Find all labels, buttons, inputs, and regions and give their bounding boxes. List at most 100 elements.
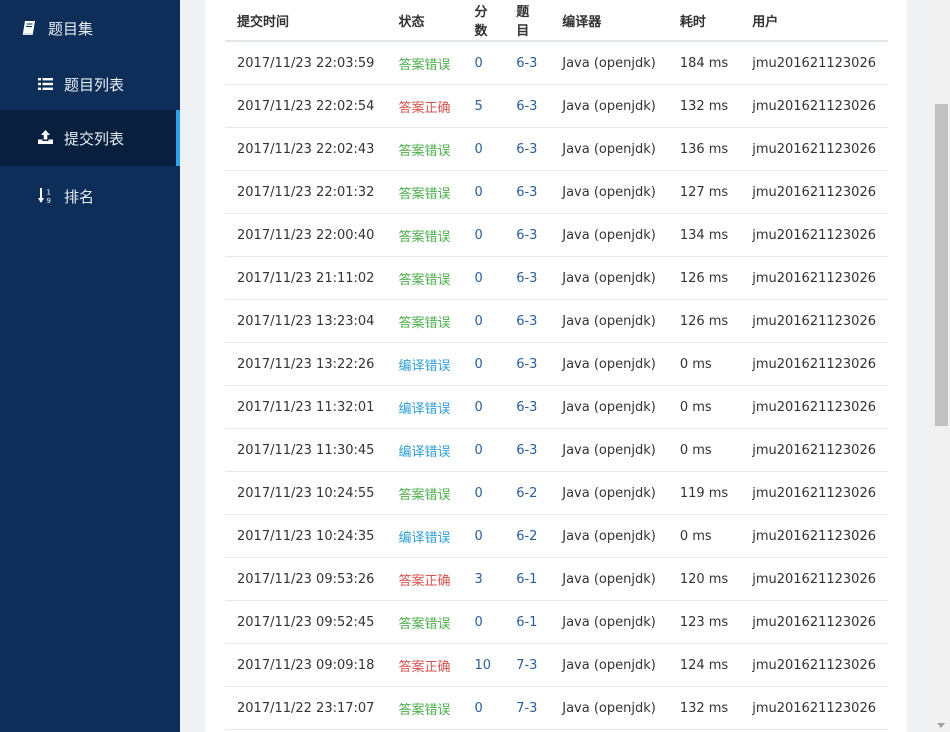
cell-submit-time: 2017/11/23 22:02:43 [225, 127, 387, 171]
cell-submit-time: 2017/11/23 09:53:26 [225, 557, 387, 601]
cell-user: jmu201621123026 [740, 686, 888, 730]
cell-score: 0 [462, 342, 505, 386]
cell-time-cost: 0 ms [667, 514, 741, 558]
cell-status-link[interactable]: 答案错误 [386, 127, 463, 171]
cell-time-cost: 123 ms [667, 600, 741, 644]
table-row: 2017/11/22 23:17:07 答案错误 0 7-3 Java (openjdk… [225, 686, 888, 730]
cell-submit-time: 2017/11/23 09:52:45 [225, 600, 387, 644]
book-icon [22, 20, 38, 36]
cell-problem-link[interactable]: 6-3 [504, 41, 551, 85]
cell-time-cost: 136 ms [667, 127, 741, 171]
column-header-status[interactable]: 状态 [386, 0, 463, 42]
cell-status-link[interactable]: 答案错误 [386, 600, 463, 644]
cell-score: 10 [462, 643, 505, 687]
sidebar-item-label: 题目列表 [64, 75, 125, 94]
column-header-compiler[interactable]: 编译器 [550, 0, 668, 42]
cell-user: jmu201621123026 [740, 127, 888, 171]
cell-problem-link[interactable]: 6-3 [504, 428, 551, 472]
sidebar-item-problem-list[interactable]: 题目列表 [0, 56, 180, 112]
scrollbar-thumb[interactable] [935, 104, 948, 426]
cell-score: 0 [462, 514, 505, 558]
cell-problem-link[interactable]: 6-3 [504, 256, 551, 300]
sidebar: 题目集 题目列表 提交列表 1 9 排名 [0, 0, 180, 732]
table-row: 2017/11/23 10:24:35 编译错误 0 6-2 Java (openjdk… [225, 514, 888, 558]
cell-problem-link[interactable]: 6-1 [504, 557, 551, 601]
cell-user: jmu201621123026 [740, 170, 888, 214]
scroll-down-arrow-icon[interactable] [937, 723, 945, 728]
cell-time-cost: 0 ms [667, 385, 741, 429]
cell-problem-link[interactable]: 6-2 [504, 471, 551, 515]
cell-compiler: Java (openjdk) [550, 514, 668, 558]
cell-status-link[interactable]: 答案正确 [386, 557, 463, 601]
cell-problem-link[interactable]: 6-3 [504, 299, 551, 343]
cell-user: jmu201621123026 [740, 213, 888, 257]
cell-score: 3 [462, 557, 505, 601]
table-row: 2017/11/23 11:30:45 编译错误 0 6-3 Java (openjdk… [225, 428, 888, 472]
cell-compiler: Java (openjdk) [550, 127, 668, 171]
cell-problem-link[interactable]: 7-3 [504, 643, 551, 687]
cell-problem-link[interactable]: 6-3 [504, 127, 551, 171]
cell-problem-link[interactable]: 6-3 [504, 385, 551, 429]
cell-status-link[interactable]: 答案错误 [386, 299, 463, 343]
svg-text:1: 1 [47, 189, 51, 197]
cell-problem-link[interactable]: 6-3 [504, 170, 551, 214]
cell-status-link[interactable]: 答案错误 [386, 686, 463, 730]
cell-status-link[interactable]: 答案错误 [386, 256, 463, 300]
cell-submit-time: 2017/11/23 09:09:18 [225, 643, 387, 687]
cell-status-link[interactable]: 答案错误 [386, 213, 463, 257]
cell-submit-time: 2017/11/23 21:11:02 [225, 256, 387, 300]
sidebar-group-label: 题目集 [48, 19, 94, 38]
cell-status-link[interactable]: 答案错误 [386, 170, 463, 214]
cell-status-link[interactable]: 编译错误 [386, 514, 463, 558]
cell-status-link[interactable]: 答案正确 [386, 643, 463, 687]
cell-time-cost: 119 ms [667, 471, 741, 515]
cell-problem-link[interactable]: 7-3 [504, 686, 551, 730]
cell-user: jmu201621123026 [740, 299, 888, 343]
sidebar-item-submission-list[interactable]: 提交列表 [0, 110, 180, 166]
cell-problem-link[interactable]: 6-3 [504, 84, 551, 128]
table-row: 2017/11/23 09:53:26 答案正确 3 6-1 Java (openjdk… [225, 557, 888, 601]
cell-submit-time: 2017/11/23 22:01:32 [225, 170, 387, 214]
vertical-scrollbar[interactable] [933, 0, 950, 732]
cell-score: 0 [462, 170, 505, 214]
cell-status-link[interactable]: 编译错误 [386, 428, 463, 472]
cell-score: 0 [462, 41, 505, 85]
cell-status-link[interactable]: 答案错误 [386, 471, 463, 515]
column-header-score[interactable]: 分数 [462, 0, 505, 42]
cell-user: jmu201621123026 [740, 41, 888, 85]
cell-compiler: Java (openjdk) [550, 84, 668, 128]
cell-status-link[interactable]: 答案错误 [386, 41, 463, 85]
cell-submit-time: 2017/11/23 22:00:40 [225, 213, 387, 257]
table-row: 2017/11/23 21:11:02 答案错误 0 6-3 Java (openjdk… [225, 256, 888, 300]
cell-status-link[interactable]: 编译错误 [386, 342, 463, 386]
cell-score: 0 [462, 428, 505, 472]
cell-user: jmu201621123026 [740, 256, 888, 300]
table-row: 2017/11/23 09:09:18 答案正确 10 7-3 Java (openjd… [225, 643, 888, 687]
column-header-submit-time[interactable]: 提交时间 [225, 0, 387, 42]
cell-compiler: Java (openjdk) [550, 600, 668, 644]
main-panel: 提交时间 状态 分数 题目 编译器 耗时 用户 2017/11/23 22:03… [205, 0, 907, 732]
sidebar-group-problem-set[interactable]: 题目集 [0, 0, 180, 56]
table-row: 2017/11/23 22:02:43 答案错误 0 6-3 Java (openjdk… [225, 127, 888, 171]
cell-problem-link[interactable]: 6-3 [504, 213, 551, 257]
cell-time-cost: 0 ms [667, 428, 741, 472]
cell-score: 0 [462, 256, 505, 300]
cell-compiler: Java (openjdk) [550, 385, 668, 429]
column-header-time-cost[interactable]: 耗时 [667, 0, 741, 42]
cell-submit-time: 2017/11/23 13:22:26 [225, 342, 387, 386]
sidebar-item-label: 提交列表 [64, 129, 125, 148]
sidebar-item-ranking[interactable]: 1 9 排名 [0, 168, 180, 224]
cell-time-cost: 127 ms [667, 170, 741, 214]
cell-problem-link[interactable]: 6-2 [504, 514, 551, 558]
column-header-user[interactable]: 用户 [740, 0, 888, 42]
column-header-problem[interactable]: 题目 [504, 0, 551, 42]
cell-submit-time: 2017/11/23 10:24:55 [225, 471, 387, 515]
cell-score: 0 [462, 471, 505, 515]
cell-problem-link[interactable]: 6-1 [504, 600, 551, 644]
cell-user: jmu201621123026 [740, 600, 888, 644]
sidebar-item-label: 排名 [64, 187, 95, 206]
cell-status-link[interactable]: 答案正确 [386, 84, 463, 128]
table-row: 2017/11/23 22:01:32 答案错误 0 6-3 Java (openjdk… [225, 170, 888, 214]
cell-status-link[interactable]: 编译错误 [386, 385, 463, 429]
cell-problem-link[interactable]: 6-3 [504, 342, 551, 386]
